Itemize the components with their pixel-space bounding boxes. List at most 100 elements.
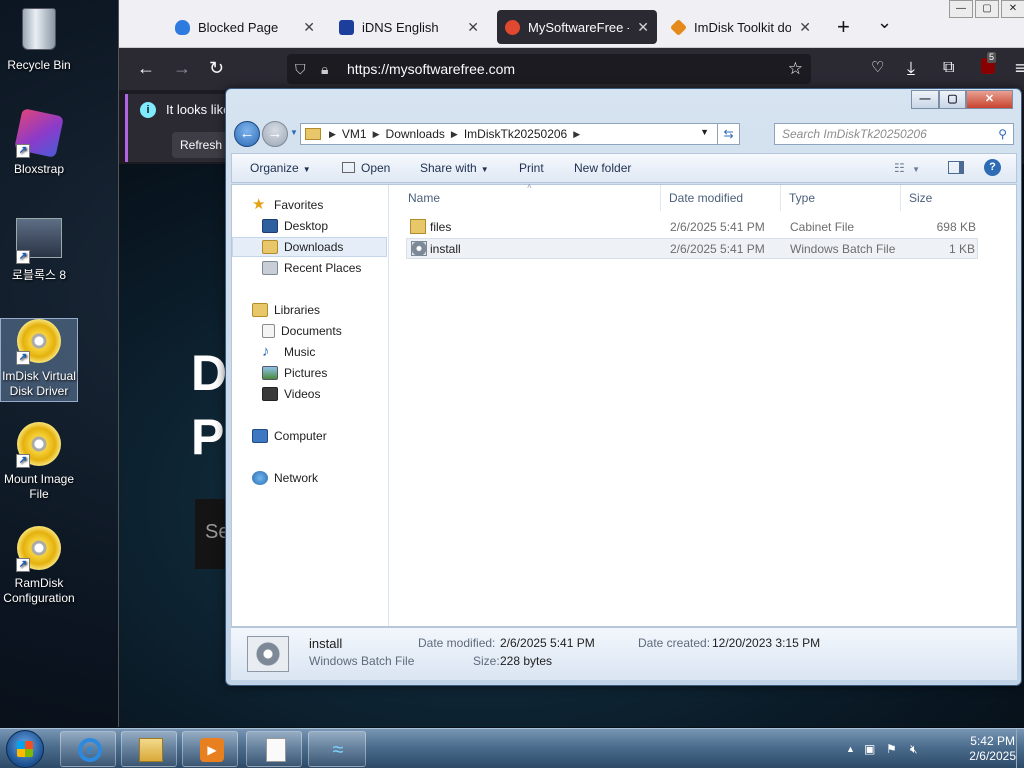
tab-blocked-page[interactable]: Blocked Page ✕ — [167, 10, 323, 44]
address-dropdown-icon[interactable]: ▼ — [700, 127, 709, 137]
forward-button[interactable]: → — [262, 121, 288, 147]
show-hidden-icons-button[interactable]: ▲ — [846, 744, 855, 754]
idns-icon — [339, 19, 354, 35]
tab-imdisk-toolkit[interactable]: ImDisk Toolkit dowr ✕ — [663, 10, 819, 44]
nav-recent-places[interactable]: Recent Places — [232, 258, 389, 278]
nav-downloads[interactable]: Downloads — [232, 237, 387, 257]
taskbar-dolphin[interactable]: ≈ — [308, 731, 366, 767]
minimize-button[interactable]: — — [949, 0, 973, 18]
column-header-size[interactable]: Size — [901, 185, 975, 211]
new-tab-button[interactable]: + — [837, 14, 850, 40]
url-bar[interactable]: ⛉ 🔒︎ https://mysoftwarefree.com ☆ — [287, 54, 811, 84]
close-icon[interactable]: ✕ — [637, 19, 649, 36]
tab-label: iDNS English — [362, 19, 439, 35]
taskbar-document[interactable] — [246, 731, 302, 767]
desktop-icon-mount-image[interactable]: ↗ Mount Image File — [0, 422, 78, 502]
nav-network[interactable]: Network — [232, 468, 389, 488]
chevron-right-icon[interactable]: ▶ — [373, 129, 380, 140]
column-header-name[interactable]: Name — [400, 185, 661, 211]
minimize-button[interactable]: — — [911, 90, 939, 109]
desktop-icon-label: RamDisk Configuration — [3, 576, 75, 605]
shortcut-arrow-icon: ↗ — [16, 144, 30, 158]
chevron-right-icon[interactable]: ▶ — [329, 129, 336, 140]
search-placeholder: Search ImDiskTk20250206 — [782, 127, 927, 141]
desktop-icon-ramdisk[interactable]: ↗ RamDisk Configuration — [0, 526, 78, 606]
clock-date: 2/6/2025 — [969, 749, 1016, 763]
nav-music[interactable]: ♪ Music — [232, 342, 389, 362]
taskbar-file-explorer[interactable] — [121, 731, 177, 767]
nav-pictures[interactable]: Pictures — [232, 363, 389, 383]
print-button[interactable]: Print — [519, 154, 544, 182]
share-with-button[interactable]: Share with ▼ — [420, 154, 489, 182]
file-row-install[interactable]: install 2/6/2025 5:41 PM Windows Batch F… — [406, 238, 978, 259]
search-input[interactable]: Search ImDiskTk20250206 ⚲ — [774, 123, 1014, 145]
reload-icon[interactable]: ↻ — [209, 58, 224, 78]
desktop-icon-imdisk[interactable]: ↗ ImDisk Virtual Disk Driver — [0, 318, 78, 402]
back-icon[interactable]: ← — [137, 58, 155, 78]
shortcut-arrow-icon: ↗ — [16, 250, 30, 264]
close-window-button[interactable]: ✕ — [1001, 0, 1024, 18]
tab-idns-english[interactable]: iDNS English ✕ — [331, 10, 487, 44]
taskbar-media-player[interactable]: ▶ — [182, 731, 238, 767]
nav-libraries[interactable]: Libraries — [232, 300, 389, 320]
ublock-icon[interactable]: 5 — [981, 52, 997, 79]
start-button[interactable] — [6, 730, 44, 768]
chevron-right-icon[interactable]: ▶ — [451, 129, 458, 140]
list-all-tabs-button[interactable]: ⌄ — [877, 12, 892, 33]
show-desktop-button[interactable] — [1016, 729, 1024, 768]
desktop-icon-bloxstrap[interactable]: ↗ Bloxstrap — [0, 108, 78, 177]
nav-desktop[interactable]: Desktop — [232, 216, 389, 236]
organize-button[interactable]: Organize ▼ — [250, 154, 311, 182]
network-status-icon[interactable]: ▣ — [864, 742, 875, 756]
recent-pages-dropdown[interactable]: ▼ — [290, 128, 298, 137]
close-icon[interactable]: ✕ — [303, 19, 315, 36]
navigation-pane: ★ Favorites Desktop Downloads Recent Plac… — [232, 185, 389, 626]
address-bar[interactable]: ▶ VM1 ▶ Downloads ▶ ImDiskTk20250206 ▶ ▼… — [300, 123, 740, 145]
nav-computer[interactable]: Computer — [232, 426, 389, 446]
volume-muted-icon[interactable]: 🔇︎ — [910, 742, 918, 757]
close-icon[interactable]: ✕ — [799, 19, 811, 36]
breadcrumb-downloads[interactable]: Downloads — [380, 127, 451, 141]
maximize-button[interactable]: ▢ — [975, 0, 999, 18]
back-button[interactable]: ← — [234, 121, 260, 147]
lock-icon[interactable]: 🔒︎ — [321, 54, 328, 84]
downloads-icon[interactable]: ⤓ — [907, 58, 915, 78]
chevron-right-icon[interactable]: ▶ — [573, 129, 580, 140]
close-icon[interactable]: ✕ — [467, 19, 479, 36]
menu-icon[interactable]: ≡ — [1015, 58, 1024, 78]
desktop-icon-roblox[interactable]: ↗ 로블록스 8 — [0, 214, 78, 283]
maximize-button[interactable]: ▢ — [939, 90, 966, 109]
system-tray: ▲ ▣ ⚑ 🔇︎ 5:42 PM 2/6/2025 — [844, 729, 1024, 768]
preview-pane-icon[interactable] — [948, 154, 964, 182]
refresh-icon[interactable]: ⇆ — [717, 124, 739, 144]
nav-favorites[interactable]: ★ Favorites — [232, 195, 389, 215]
nav-videos[interactable]: Videos — [232, 384, 389, 404]
desktop-icon-label: ImDisk Virtual Disk Driver — [2, 369, 76, 398]
pocket-icon[interactable]: ♡ — [871, 58, 884, 78]
file-name: install — [430, 242, 461, 256]
desktop-icon-label: Bloxstrap — [13, 162, 65, 176]
clock[interactable]: 5:42 PM 2/6/2025 — [969, 734, 1016, 764]
bookmark-star-icon[interactable]: ☆ — [788, 54, 803, 84]
change-view-icon[interactable]: ☷ ▼ — [894, 154, 920, 182]
column-header-type[interactable]: Type — [781, 185, 901, 211]
breadcrumb-imdisktk[interactable]: ImDiskTk20250206 — [458, 127, 573, 141]
extensions-icon[interactable]: ⧉ — [943, 58, 954, 78]
file-name: files — [430, 220, 452, 234]
desktop-icon-recycle-bin[interactable]: Recycle Bin — [0, 6, 78, 73]
column-header-date-modified[interactable]: Date modified — [661, 185, 781, 211]
taskbar-internet-explorer[interactable]: e — [60, 731, 116, 767]
tab-mysoftwarefree[interactable]: MySoftwareFree - D ✕ — [497, 10, 657, 44]
file-row-files[interactable]: files 2/6/2025 5:41 PM Cabinet File 698 … — [406, 217, 978, 238]
breadcrumb-vm1[interactable]: VM1 — [336, 127, 373, 141]
search-icon[interactable]: ⚲ — [998, 124, 1007, 144]
open-button[interactable]: Open — [342, 154, 390, 182]
close-window-button[interactable]: ✕ — [966, 90, 1013, 109]
tracking-protection-icon[interactable]: ⛉ — [295, 54, 306, 84]
window-controls: — ▢ ✕ — [947, 0, 1024, 18]
new-folder-button[interactable]: New folder — [574, 154, 631, 182]
action-center-flag-icon[interactable]: ⚑ — [886, 742, 897, 756]
forward-icon[interactable]: → — [173, 58, 191, 78]
help-icon[interactable]: ? — [984, 159, 1001, 176]
nav-documents[interactable]: Documents — [232, 321, 389, 341]
